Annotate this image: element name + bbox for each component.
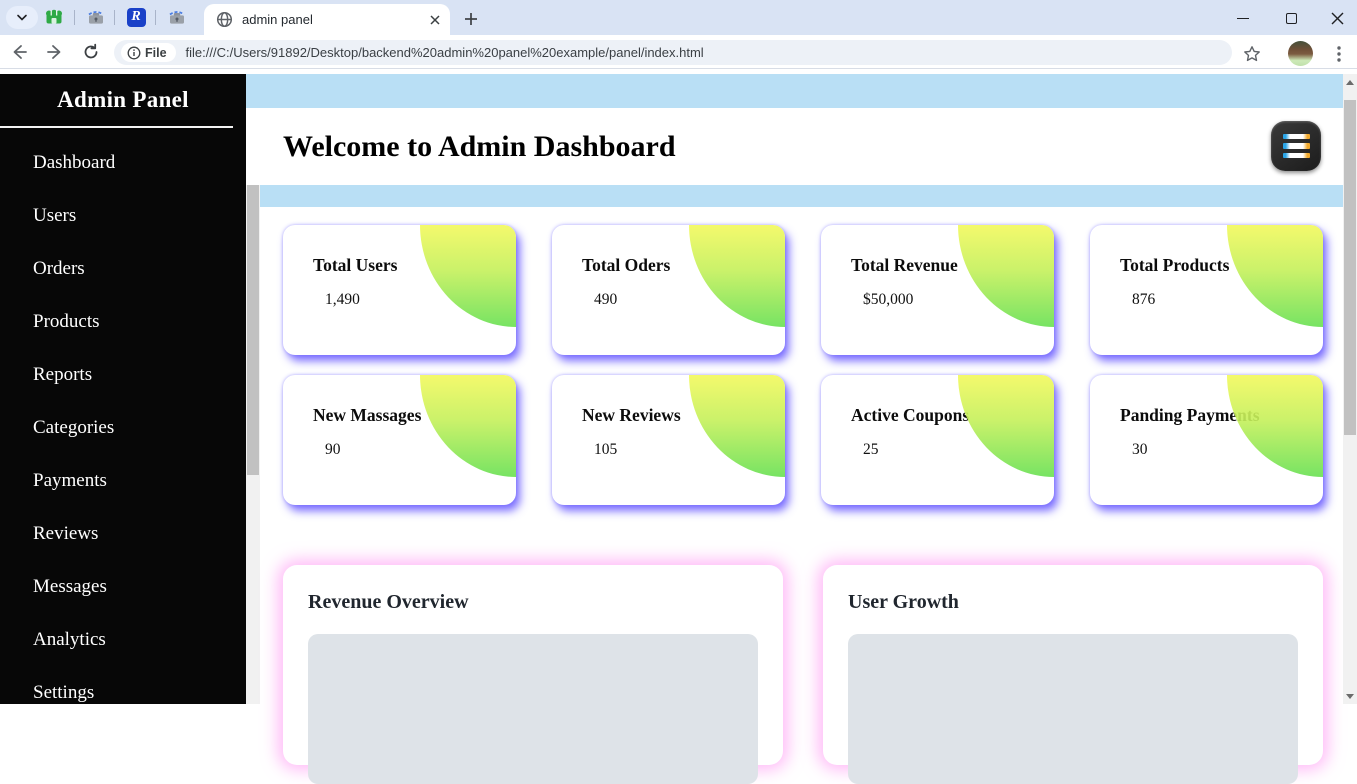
corner-decoration [420,375,516,477]
corner-decoration [420,225,516,327]
window-restore-button[interactable] [1276,8,1306,28]
sidebar-item-reviews[interactable]: Reviews [0,507,246,560]
sidebar-item-products[interactable]: Products [0,295,246,348]
site-info-chip[interactable]: File [121,43,176,62]
new-tab-button[interactable] [459,7,483,31]
tab-separator [155,10,156,25]
sidebar-item-analytics[interactable]: Analytics [0,613,246,666]
menu-toggle-button[interactable] [1271,121,1321,171]
panel-user-growth: User Growth [823,565,1323,784]
stat-card-total-users: Total Users 1,490 [283,225,516,355]
panel-revenue-overview: Revenue Overview [283,565,783,784]
sidebar-item-categories[interactable]: Categories [0,401,246,454]
chart-placeholder [308,634,758,784]
url-text: file:///C:/Users/91892/Desktop/backend%2… [185,45,704,60]
site-info-label: File [145,45,167,60]
stat-card-total-revenue: Total Revenue $50,000 [821,225,1054,355]
corner-decoration [958,375,1054,477]
arrow-left-icon [13,45,27,59]
sidebar-item-settings[interactable]: Settings [0,666,246,719]
three-dots-icon [1337,46,1341,62]
globe-icon [216,11,233,28]
close-icon [1331,12,1343,24]
scrollbar-thumb[interactable] [1344,100,1356,435]
tab-separator [74,10,75,25]
active-tab[interactable]: admin panel [204,4,450,35]
chart-placeholder [848,634,1298,784]
tab-separator [114,10,115,25]
briefcase-icon [88,11,104,24]
sidebar-menu: Dashboard Users Orders Products Reports … [0,128,246,719]
panel-title: Revenue Overview [308,591,469,613]
pinned-tab-extension-1[interactable] [84,5,108,29]
panel-title: User Growth [848,591,959,613]
page-title: Welcome to Admin Dashboard [283,129,676,163]
corner-decoration [689,225,785,327]
sidebar-item-dashboard[interactable]: Dashboard [0,136,246,189]
restore-icon [1285,9,1300,24]
briefcase-icon [169,11,185,24]
corner-decoration [1227,375,1323,477]
pinned-tab-extension-2[interactable] [165,5,189,29]
pinned-tab-r[interactable]: R [124,5,148,29]
r-app-icon: R [126,7,146,27]
sidebar: Admin Panel Dashboard Users Orders Produ… [0,74,246,704]
reload-icon [84,43,98,59]
corner-decoration [1227,225,1323,327]
profile-avatar[interactable] [1288,41,1313,66]
reload-button[interactable] [80,41,102,63]
content-scrollbar[interactable] [246,108,260,704]
sidebar-item-orders[interactable]: Orders [0,242,246,295]
window-minimize-button[interactable] [1228,8,1258,28]
chevron-down-icon [17,14,27,21]
sidebar-item-payments[interactable]: Payments [0,454,246,507]
forward-button[interactable] [44,41,66,63]
stat-card-pending-payments: Panding Payments 30 [1090,375,1323,505]
top-banner-band [246,74,1343,108]
sidebar-title: Admin Panel [57,87,189,112]
arrow-right-icon [47,45,61,59]
corner-decoration [958,225,1054,327]
corner-decoration [689,375,785,477]
plus-icon [465,13,477,25]
stat-card-active-coupons: Active Coupons 25 [821,375,1054,505]
star-icon [1244,46,1260,62]
bookmark-button[interactable] [1241,43,1263,65]
sidebar-item-users[interactable]: Users [0,189,246,242]
store-icon [46,9,62,24]
tab-title: admin panel [242,12,313,27]
sidebar-item-reports[interactable]: Reports [0,348,246,401]
sub-banner-band [260,185,1343,207]
dashboard-header: Welcome to Admin Dashboard [246,108,1343,185]
address-bar[interactable]: File file:///C:/Users/91892/Desktop/back… [114,40,1232,65]
window-close-button[interactable] [1322,8,1352,28]
stat-card-total-products: Total Products 876 [1090,225,1323,355]
tab-search-button[interactable] [6,6,38,29]
stat-card-new-reviews: New Reviews 105 [552,375,785,505]
info-icon [127,46,141,59]
sidebar-item-messages[interactable]: Messages [0,560,246,613]
stat-card-total-orders: Total Oders 490 [552,225,785,355]
pinned-tab-store[interactable] [42,5,66,29]
hamburger-icon [1282,133,1310,140]
stat-card-new-messages: New Massages 90 [283,375,516,505]
minimize-icon [1237,17,1249,19]
window-scrollbar[interactable] [1343,74,1357,704]
browser-tab-strip: R admin panel [0,0,1357,35]
back-button[interactable] [8,41,30,63]
browser-menu-button[interactable] [1328,43,1350,65]
tab-close-icon[interactable] [430,14,440,25]
scroll-down-icon[interactable] [1343,688,1357,704]
scroll-up-icon[interactable] [1343,74,1357,90]
